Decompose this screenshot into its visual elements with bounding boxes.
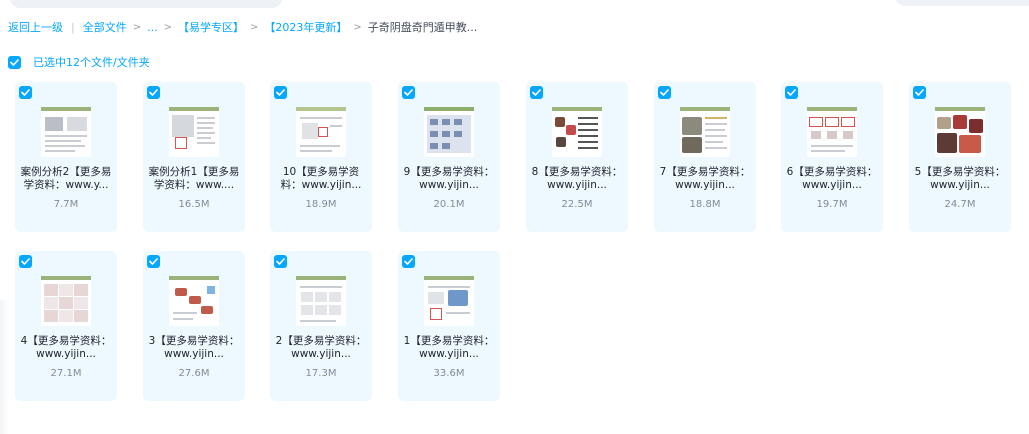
file-thumbnail [935, 107, 985, 157]
file-name[interactable]: 7【更多易学资料：www.yijin... [658, 166, 752, 192]
breadcrumb-separator-icon: > [353, 21, 362, 33]
breadcrumb: 返回上一级 | 全部文件 > ... > 【易学专区】 > 【2023年更新】 … [8, 19, 477, 35]
check-icon [915, 89, 924, 96]
file-size: 24.7M [944, 199, 976, 210]
breadcrumb-folder-yixue[interactable]: 【易学专区】 [178, 19, 244, 35]
file-size: 19.7M [816, 199, 848, 210]
file-thumbnail [552, 107, 602, 157]
file-name[interactable]: 8【更多易学资料：www.yijin... [530, 166, 624, 192]
check-icon [404, 89, 413, 96]
file-name[interactable]: 案例分析2【更多易学资料：www.y... [19, 166, 113, 192]
file-name[interactable]: 1【更多易学资料：www.yijin... [402, 335, 496, 361]
check-icon [660, 89, 669, 96]
back-link[interactable]: 返回上一级 [8, 19, 63, 35]
file-card[interactable]: 9【更多易学资料：www.yijin... 20.1M [398, 82, 500, 232]
file-thumbnail [169, 107, 219, 157]
file-size: 7.7M [53, 199, 79, 210]
file-size: 18.8M [689, 199, 721, 210]
file-name[interactable]: 9【更多易学资料：www.yijin... [402, 166, 496, 192]
file-checkbox[interactable] [274, 255, 287, 268]
file-size: 27.1M [50, 368, 82, 379]
file-size: 20.1M [433, 199, 465, 210]
file-checkbox[interactable] [19, 86, 32, 99]
file-name[interactable]: 10【更多易学资料：www.yijin... [274, 166, 368, 192]
file-checkbox[interactable] [147, 255, 160, 268]
file-size: 22.5M [561, 199, 593, 210]
file-thumbnail [296, 107, 346, 157]
file-checkbox[interactable] [147, 86, 160, 99]
file-checkbox[interactable] [274, 86, 287, 99]
file-size: 18.9M [305, 199, 337, 210]
left-edge-shadow [0, 300, 8, 434]
file-name[interactable]: 3【更多易学资料：www.yijin... [147, 335, 241, 361]
file-thumbnail [296, 276, 346, 326]
file-card[interactable]: 案例分析2【更多易学资料：www.y... 7.7M [15, 82, 117, 232]
top-bar-shape-right [895, 0, 1029, 6]
file-thumbnail [424, 107, 474, 157]
file-thumbnail [41, 276, 91, 326]
file-card[interactable]: 7【更多易学资料：www.yijin... 18.8M [654, 82, 756, 232]
check-icon [532, 89, 541, 96]
file-thumbnail [807, 107, 857, 157]
check-icon [21, 89, 30, 96]
breadcrumb-all-files[interactable]: 全部文件 [83, 19, 127, 35]
file-size: 27.6M [178, 368, 210, 379]
file-card[interactable]: 3【更多易学资料：www.yijin... 27.6M [143, 251, 245, 401]
file-card[interactable]: 8【更多易学资料：www.yijin... 22.5M [526, 82, 628, 232]
file-size: 16.5M [178, 199, 210, 210]
file-card[interactable]: 6【更多易学资料：www.yijin... 19.7M [781, 82, 883, 232]
file-name[interactable]: 案例分析1【更多易学资料：www.... [147, 166, 241, 192]
file-card[interactable]: 案例分析1【更多易学资料：www.... 16.5M [143, 82, 245, 232]
file-checkbox[interactable] [785, 86, 798, 99]
file-name[interactable]: 2【更多易学资料：www.yijin... [274, 335, 368, 361]
breadcrumb-ellipsis[interactable]: ... [147, 21, 158, 34]
file-size: 33.6M [433, 368, 465, 379]
file-name[interactable]: 4【更多易学资料：www.yijin... [19, 335, 113, 361]
file-card[interactable]: 4【更多易学资料：www.yijin... 27.1M [15, 251, 117, 401]
check-icon [276, 258, 285, 265]
file-name[interactable]: 5【更多易学资料：www.yijin... [913, 166, 1007, 192]
file-name[interactable]: 6【更多易学资料：www.yijin... [785, 166, 879, 192]
check-icon [276, 89, 285, 96]
select-all-checkbox[interactable] [8, 55, 21, 69]
file-checkbox[interactable] [19, 255, 32, 268]
file-checkbox[interactable] [402, 86, 415, 99]
check-icon [404, 258, 413, 265]
file-checkbox[interactable] [913, 86, 926, 99]
file-card[interactable]: 5【更多易学资料：www.yijin... 24.7M [909, 82, 1011, 232]
breadcrumb-separator-icon: > [132, 21, 142, 33]
check-icon [787, 89, 796, 96]
breadcrumb-folder-2023[interactable]: 【2023年更新】 [264, 19, 347, 35]
file-thumbnail [169, 276, 219, 326]
file-card[interactable]: 10【更多易学资料：www.yijin... 18.9M [270, 82, 372, 232]
check-icon [10, 58, 19, 66]
file-checkbox[interactable] [658, 86, 671, 99]
file-thumbnail [41, 107, 91, 157]
top-bar-shape-left [10, 0, 282, 8]
breadcrumb-divider: | [71, 20, 75, 34]
breadcrumb-separator-icon: > [250, 21, 259, 33]
file-card[interactable]: 1【更多易学资料：www.yijin... 33.6M [398, 251, 500, 401]
file-size: 17.3M [305, 368, 337, 379]
select-all-row: 已选中12个文件/文件夹 [8, 55, 150, 69]
breadcrumb-current: 子奇阴盘奇門遁甲教... [367, 21, 478, 34]
file-card[interactable]: 2【更多易学资料：www.yijin... 17.3M [270, 251, 372, 401]
file-checkbox[interactable] [402, 255, 415, 268]
breadcrumb-separator-icon: > [163, 21, 172, 33]
check-icon [21, 258, 30, 265]
check-icon [149, 89, 158, 96]
file-browser: 返回上一级 | 全部文件 > ... > 【易学专区】 > 【2023年更新】 … [0, 0, 1029, 434]
selection-count-text: 已选中12个文件/文件夹 [33, 56, 150, 69]
file-thumbnail [424, 276, 474, 326]
check-icon [149, 258, 158, 265]
file-thumbnail [680, 107, 730, 157]
file-checkbox[interactable] [530, 86, 543, 99]
